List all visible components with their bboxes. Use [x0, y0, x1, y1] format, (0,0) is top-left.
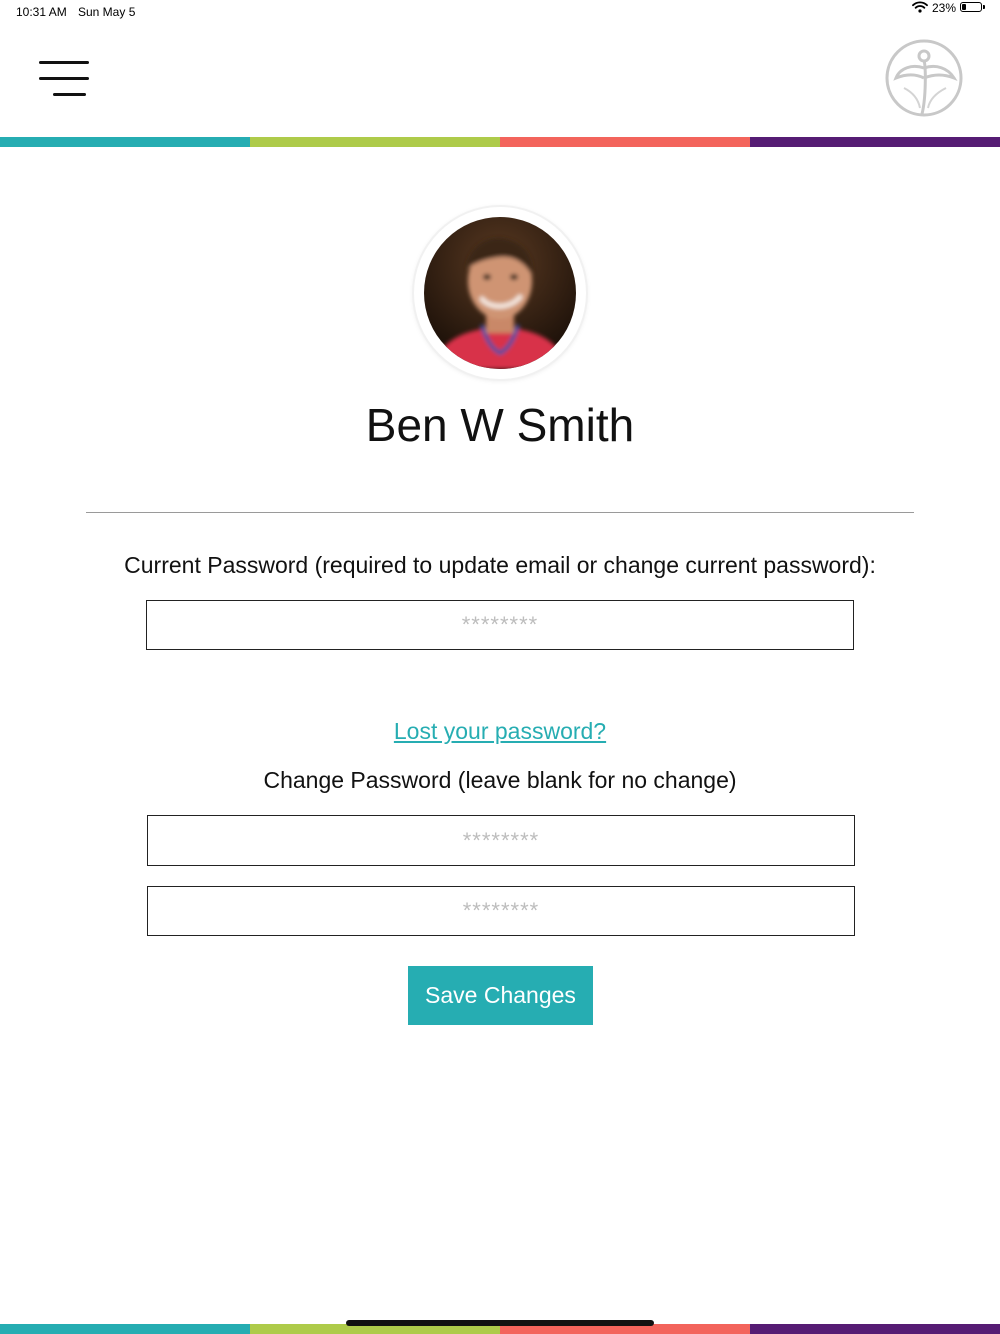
battery-percent: 23% — [931, 1, 956, 15]
status-date: Sun May 5 — [78, 5, 136, 19]
hamburger-menu-icon[interactable] — [34, 55, 94, 103]
divider — [86, 512, 914, 513]
profile-name: Ben W Smith — [365, 399, 635, 451]
current-password-label: Current Password (required to update ema… — [124, 552, 876, 578]
lost-password-link[interactable]: Lost your password? — [394, 718, 606, 744]
status-time: 10:31 AM — [16, 5, 67, 19]
new-password-input[interactable] — [147, 815, 855, 866]
user-photo-icon — [424, 217, 576, 369]
current-password-input[interactable] — [146, 600, 854, 650]
brand-logo-icon — [885, 39, 963, 117]
home-indicator[interactable] — [346, 1320, 654, 1326]
avatar-frame — [414, 207, 586, 379]
save-changes-button[interactable]: Save Changes — [408, 966, 593, 1025]
confirm-password-input[interactable] — [147, 886, 855, 936]
status-bar: 10:31 AM Sun May 5 23% — [0, 0, 1000, 24]
color-stripe-top — [0, 137, 1000, 147]
lost-password-container: Lost your password? — [0, 718, 1000, 745]
battery-icon — [960, 2, 985, 12]
change-password-label: Change Password (leave blank for no chan… — [263, 767, 737, 793]
avatar — [424, 217, 576, 369]
wifi-icon — [912, 1, 928, 13]
